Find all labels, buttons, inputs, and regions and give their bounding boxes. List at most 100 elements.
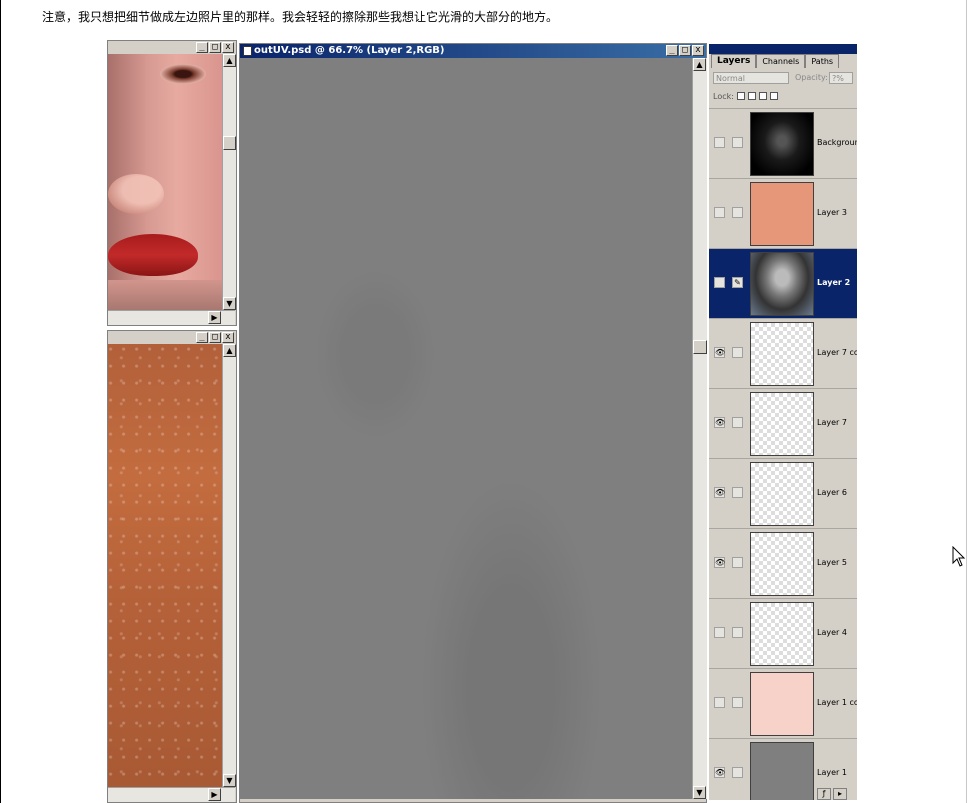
scroll-up-arrow-icon[interactable]: ▲: [693, 58, 706, 71]
document-window[interactable]: outUV.psd @ 66.7% (Layer 2,RGB) _ □ x ▲ …: [239, 43, 707, 803]
face-photo: [108, 54, 222, 310]
minimize-button[interactable]: _: [666, 45, 678, 56]
minimize-button[interactable]: _: [196, 332, 208, 343]
panel-titlebar[interactable]: [709, 44, 857, 54]
vertical-scrollbar[interactable]: ▲ ▼: [692, 58, 707, 799]
visibility-eye-icon[interactable]: [714, 137, 725, 148]
scroll-right-arrow-icon[interactable]: ▶: [208, 311, 221, 324]
scroll-up-arrow-icon[interactable]: ▲: [223, 54, 236, 67]
layer-row[interactable]: Layer 1 cop: [709, 668, 857, 738]
layer-row[interactable]: 👁 Layer 5: [709, 528, 857, 598]
layer-thumbnail[interactable]: [750, 672, 814, 736]
lips-detail: [108, 234, 198, 276]
layer-list: Background Layer 3 ✎ Layer 2 👁 Layer 7 co 👁 Lay…: [709, 108, 857, 800]
link-box[interactable]: [732, 627, 743, 638]
opacity-field[interactable]: ?%: [829, 72, 853, 84]
layer-row[interactable]: 👁 Layer 7: [709, 388, 857, 458]
lock-all-checkbox[interactable]: [770, 92, 778, 100]
layer-thumbnail[interactable]: [750, 462, 814, 526]
layer-thumbnail[interactable]: [750, 602, 814, 666]
brush-icon[interactable]: ✎: [732, 277, 743, 288]
layer-thumbnail[interactable]: [750, 532, 814, 596]
scroll-right-arrow-icon[interactable]: ▶: [208, 788, 221, 801]
layer-name: Layer 4: [817, 628, 847, 637]
visibility-eye-icon[interactable]: [714, 277, 725, 288]
link-box[interactable]: [732, 697, 743, 708]
visibility-eye-icon[interactable]: 👁: [714, 417, 725, 428]
layer-thumbnail[interactable]: [750, 252, 814, 316]
layer-row[interactable]: 👁 Layer 6: [709, 458, 857, 528]
tab-channels[interactable]: Channels: [756, 54, 806, 68]
scroll-thumb[interactable]: [693, 340, 707, 354]
panel-menu-icon[interactable]: ▸: [833, 788, 847, 800]
visibility-eye-icon[interactable]: 👁: [714, 347, 725, 358]
visibility-eye-icon[interactable]: 👁: [714, 767, 725, 778]
visibility-eye-icon[interactable]: 👁: [714, 487, 725, 498]
maximize-button[interactable]: □: [209, 42, 221, 53]
link-box[interactable]: [732, 137, 743, 148]
layer-name: Background: [817, 138, 857, 147]
visibility-eye-icon[interactable]: [714, 207, 725, 218]
lock-position-checkbox[interactable]: [759, 92, 767, 100]
layer-thumbnail[interactable]: [750, 112, 814, 176]
link-box[interactable]: [732, 417, 743, 428]
scroll-thumb[interactable]: [223, 136, 236, 150]
link-box[interactable]: [732, 767, 743, 778]
page-right-border: [966, 0, 967, 803]
close-button[interactable]: x: [222, 332, 234, 343]
visibility-eye-icon[interactable]: 👁: [714, 557, 725, 568]
scroll-down-arrow-icon[interactable]: ▼: [223, 297, 236, 310]
layer-name: Layer 7: [817, 418, 847, 427]
layer-thumbnail[interactable]: [750, 742, 814, 800]
document-icon: [243, 46, 252, 56]
lock-transparency-checkbox[interactable]: [737, 92, 745, 100]
lock-pixels-checkbox[interactable]: [748, 92, 756, 100]
minimize-button[interactable]: _: [196, 42, 208, 53]
horizontal-scrollbar[interactable]: ▶: [108, 310, 235, 325]
close-button[interactable]: x: [692, 45, 704, 56]
blend-mode-select[interactable]: Normal: [713, 72, 789, 84]
layer-thumbnail[interactable]: [750, 182, 814, 246]
skin-reference-window[interactable]: _ □ x ▲ ▼ ▶: [107, 330, 237, 803]
layer-thumbnail[interactable]: [750, 322, 814, 386]
scroll-down-arrow-icon[interactable]: ▼: [693, 786, 706, 799]
link-box[interactable]: [732, 487, 743, 498]
visibility-eye-icon[interactable]: [714, 627, 725, 638]
document-titlebar[interactable]: outUV.psd @ 66.7% (Layer 2,RGB): [240, 44, 706, 58]
horizontal-scrollbar[interactable]: ▶: [108, 787, 235, 802]
panel-bottom-buttons: ƒ ▸: [817, 788, 857, 800]
tab-layers[interactable]: Layers: [711, 54, 757, 68]
link-box[interactable]: [732, 557, 743, 568]
layer-name: Layer 7 co: [817, 348, 857, 357]
vertical-scrollbar[interactable]: ▲ ▼: [222, 344, 236, 787]
vertical-scrollbar[interactable]: ▲ ▼: [222, 54, 236, 310]
visibility-eye-icon[interactable]: [714, 697, 725, 708]
link-box[interactable]: [732, 347, 743, 358]
lock-options: [737, 92, 778, 100]
layer-row[interactable]: Background: [709, 108, 857, 178]
lock-label: Lock:: [713, 92, 734, 101]
maximize-button[interactable]: □: [679, 45, 691, 56]
add-style-icon[interactable]: ƒ: [817, 788, 831, 800]
link-box[interactable]: [732, 207, 743, 218]
layer-row[interactable]: 👁 Layer 7 co: [709, 318, 857, 388]
tab-paths[interactable]: Paths: [805, 54, 840, 68]
eye-detail: [160, 64, 206, 84]
page-left-border: [0, 0, 1, 803]
scroll-up-arrow-icon[interactable]: ▲: [223, 344, 236, 357]
scroll-down-arrow-icon[interactable]: ▼: [223, 774, 236, 787]
mouse-cursor-icon: [952, 546, 966, 567]
layer-row[interactable]: Layer 3: [709, 178, 857, 248]
layer-name: Layer 3: [817, 208, 847, 217]
layer-row[interactable]: Layer 4: [709, 598, 857, 668]
layer-thumbnail[interactable]: [750, 392, 814, 456]
chin-detail: [108, 280, 222, 310]
face-reference-window[interactable]: _ □ x ▲ ▼ ▶: [107, 40, 237, 326]
uv-canvas[interactable]: [240, 58, 692, 799]
layer-row[interactable]: ✎ Layer 2: [709, 248, 857, 318]
close-button[interactable]: x: [222, 42, 234, 53]
layer-name: Layer 6: [817, 488, 847, 497]
maximize-button[interactable]: □: [209, 332, 221, 343]
skin-texture-photo: [108, 344, 222, 787]
layers-panel: Layers Channels Paths Normal Opacity: ?%…: [709, 44, 857, 800]
